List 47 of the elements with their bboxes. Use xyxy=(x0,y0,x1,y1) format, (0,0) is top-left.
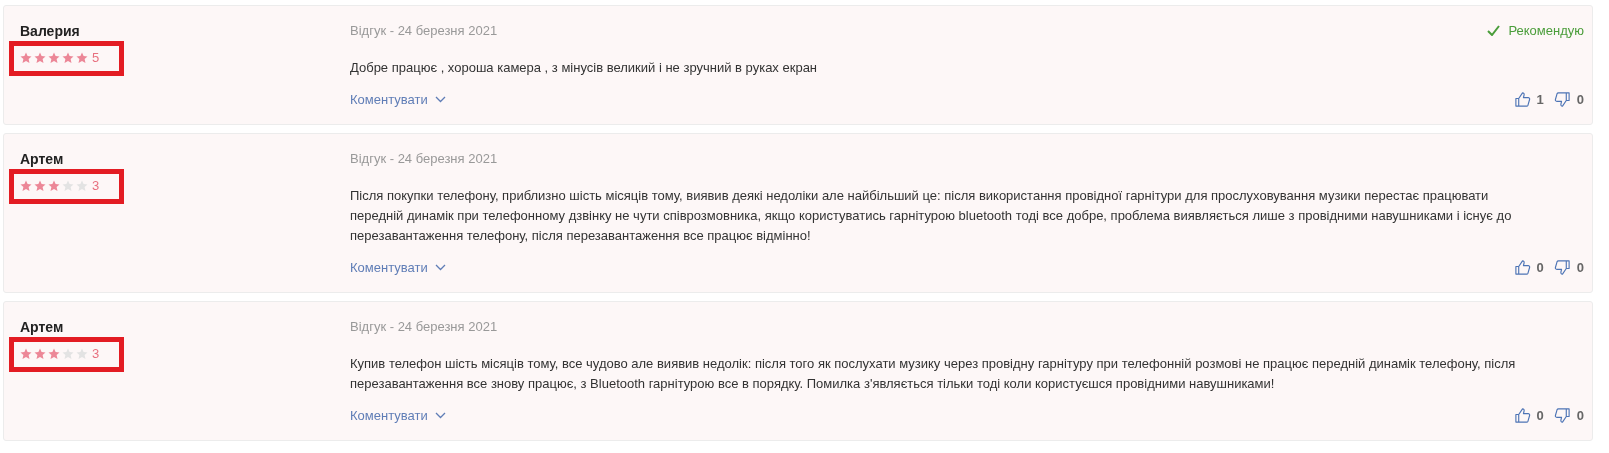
review-date: Відгук - 24 березня 2021 xyxy=(350,23,498,38)
thumbs-up-icon xyxy=(1513,259,1531,276)
review-date: Відгук - 24 березня 2021 xyxy=(350,151,498,166)
author-name: Артем xyxy=(20,151,64,167)
thumbs-down-icon xyxy=(1553,407,1571,424)
comment-button[interactable]: Коментувати xyxy=(350,260,446,275)
star-icon xyxy=(62,51,74,64)
review-date: Відгук - 24 березня 2021 xyxy=(350,319,498,334)
like-button[interactable]: 1 xyxy=(1513,91,1544,108)
review-text: Купив телефон шість місяців тому, все чудово але виявив недолік: після того як послухати музику через провідну гарнітуру при телефонній розмові не працює передній динамік телефону, після перезавантаження все знову працює, з Bluetooth гарнітурою все в порядку. Помилка з'являється тільки тоді коли користуєшся провідними навушниками! xyxy=(350,355,1517,393)
star-icon xyxy=(34,179,46,192)
recommend-label: Рекомендую xyxy=(1508,23,1584,38)
rating-value: 5 xyxy=(92,50,100,65)
thumbs-down-icon xyxy=(1553,259,1571,276)
star-icon xyxy=(76,179,88,192)
star-icon xyxy=(76,51,88,64)
thumbs-down-icon xyxy=(1553,91,1571,108)
rating-value: 3 xyxy=(92,346,100,361)
caret-icon xyxy=(434,264,446,271)
comment-button[interactable]: Коментувати xyxy=(350,92,446,107)
thumbs-up-icon xyxy=(1513,91,1531,108)
thumbs-up-icon xyxy=(1513,407,1531,424)
star-icon xyxy=(34,51,46,64)
star-icon xyxy=(62,347,74,360)
author-name: Валерия xyxy=(20,23,80,39)
star-icon xyxy=(34,347,46,360)
like-button[interactable]: 0 xyxy=(1513,259,1544,276)
dislike-button[interactable]: 0 xyxy=(1553,91,1584,108)
caret-icon xyxy=(434,96,446,103)
review-text: Після покупки телефону, приблизно шість місяців тому, виявив деякі недоліки але найбільший це: після використання провідної гарнітури для прослуховування музики перестає працювати передній динамік при телефонному дзвінку не чути співрозмовника, якщо користуватись гарнітурою bluetooth тоді все добре, проблема виявляється лише з провідними навушниками і існує до перезавантаження телефону, після перезавантаження все працює відмінно! xyxy=(350,187,1513,245)
star-icon xyxy=(48,347,60,360)
star-icon xyxy=(62,179,74,192)
star-icon xyxy=(76,347,88,360)
review-text: Добре працює , хороша камера , з мінусів великий і не зручний в руках екран xyxy=(350,59,819,77)
caret-icon xyxy=(434,412,446,419)
author-name: Артем xyxy=(20,319,64,335)
star-icon xyxy=(48,51,60,64)
like-button[interactable]: 0 xyxy=(1513,407,1544,424)
star-icon xyxy=(20,347,32,360)
check-icon xyxy=(1487,25,1501,36)
star-icon xyxy=(20,179,32,192)
rating-value: 3 xyxy=(92,178,100,193)
dislike-button[interactable]: 0 xyxy=(1553,259,1584,276)
star-icon xyxy=(48,179,60,192)
comment-button[interactable]: Коментувати xyxy=(350,408,446,423)
dislike-button[interactable]: 0 xyxy=(1553,407,1584,424)
star-icon xyxy=(20,51,32,64)
